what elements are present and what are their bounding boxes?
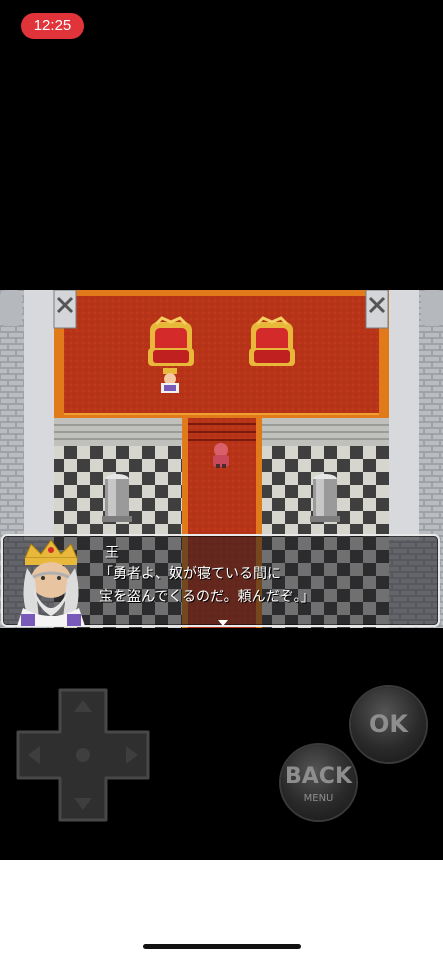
right-column: [310, 474, 340, 522]
back-button[interactable]: BACK MENU: [281, 745, 356, 820]
dialogue-box[interactable]: 王 「勇者よ、奴が寝ている間に 宝を盗んでくるのだ。頼んだぞ。」: [1, 534, 440, 627]
speaker-name: 王: [105, 545, 119, 561]
king-portrait-icon: [17, 539, 85, 626]
left-throne: [148, 316, 194, 366]
dialogue-line-2: 宝を盗んでくるのだ。頼んだぞ。」: [99, 589, 315, 605]
game-screen: 12:25 王 「勇者よ、奴が寝ている間に 宝を盗んでくるのだ。頼んだぞ。」 O…: [0, 0, 443, 960]
ok-button[interactable]: OK: [351, 687, 426, 762]
right-throne: [249, 316, 295, 366]
left-column: [102, 474, 132, 522]
dpad-icon[interactable]: [14, 686, 152, 824]
hero-sprite: [213, 443, 229, 468]
right-wall-panel: [389, 290, 419, 540]
menu-sub-label: MENU: [303, 793, 334, 804]
dialogue-line-1: 「勇者よ、奴が寝ている間に: [99, 566, 281, 582]
home-indicator[interactable]: [143, 944, 301, 949]
back-button-label: BACK: [285, 764, 352, 789]
dais-carpet: [64, 296, 379, 414]
right-pillar: [365, 290, 389, 329]
continue-arrow-icon[interactable]: [218, 620, 228, 626]
left-wall-panel: [24, 290, 54, 540]
status-time: 12:25: [21, 13, 84, 39]
left-pillar: [53, 290, 77, 329]
